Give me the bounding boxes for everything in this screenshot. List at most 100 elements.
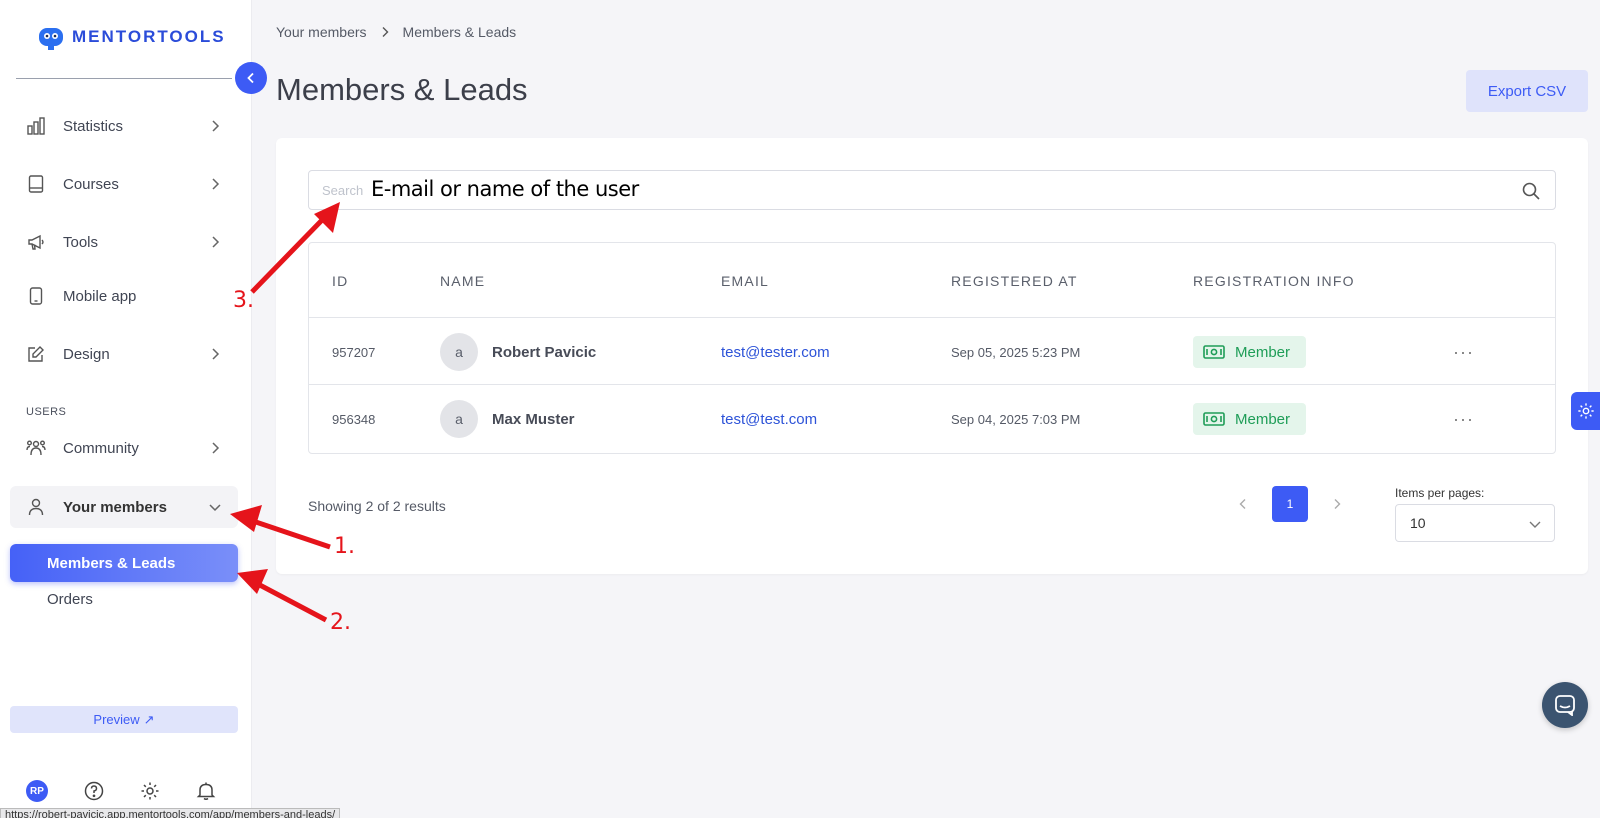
export-csv-button[interactable]: Export CSV — [1466, 70, 1588, 112]
next-page-button[interactable] — [1330, 497, 1344, 511]
annotation-label-3: 3. — [233, 288, 254, 313]
edit-icon — [26, 344, 46, 364]
row-registration-info: Member — [1193, 318, 1307, 386]
sidebar-divider — [16, 78, 232, 79]
chevron-right-icon — [212, 178, 220, 190]
sidebar-item-your-members[interactable]: Your members — [10, 486, 238, 528]
search-input[interactable]: Search E-mail or name of the user — [308, 170, 1556, 210]
sidebar-subitem-orders[interactable]: Orders — [10, 580, 238, 618]
preview-button[interactable]: Preview ↗ — [10, 706, 238, 733]
row-name[interactable]: Max Muster — [492, 411, 575, 428]
row-name-cell: a Robert Pavicic — [440, 318, 596, 386]
sidebar-item-tools[interactable]: Tools — [10, 222, 238, 262]
megaphone-icon — [26, 232, 46, 252]
search-placeholder: Search — [322, 183, 364, 198]
items-per-page-label: Items per pages: — [1395, 486, 1485, 500]
row-email-cell: test@tester.com — [721, 318, 830, 386]
column-header-email: EMAIL — [721, 273, 770, 289]
community-icon — [26, 438, 46, 458]
page-button-1[interactable]: 1 — [1272, 486, 1308, 522]
gear-icon — [1577, 403, 1594, 419]
sidebar-item-label: Courses — [63, 175, 119, 193]
search-annotation-text: E-mail or name of the user — [371, 177, 639, 201]
row-registration-info: Member — [1193, 385, 1307, 453]
breadcrumb-your-members[interactable]: Your members — [276, 24, 367, 40]
bell-icon[interactable] — [196, 781, 216, 801]
row-registered-at: Sep 04, 2025 7:03 PM — [951, 411, 1081, 427]
annotation-label-2: 2. — [330, 610, 351, 635]
chevron-right-icon — [212, 120, 220, 132]
table-row[interactable]: 957207 a Robert Pavicic test@tester.com … — [309, 317, 1555, 385]
annotation-label-1: 1. — [334, 534, 355, 559]
row-name[interactable]: Robert Pavicic — [492, 344, 596, 361]
chevron-right-icon — [212, 442, 220, 454]
sidebar-item-label: Tools — [63, 233, 99, 251]
sidebar: MENTORTOOLS Statistics Courses Tools Mob… — [0, 0, 252, 818]
page-title: Members & Leads — [276, 72, 528, 107]
sidebar-item-label: Design — [63, 345, 110, 363]
settings-tab-button[interactable] — [1571, 392, 1600, 430]
search-icon[interactable] — [1521, 181, 1541, 201]
status-bar-url: https://robert-pavicic.app.mentortools.c… — [0, 808, 341, 818]
column-header-id: ID — [332, 273, 349, 289]
prev-page-button[interactable] — [1236, 497, 1250, 511]
bar-chart-icon — [26, 116, 46, 136]
help-icon[interactable] — [84, 781, 104, 801]
sidebar-item-label: Statistics — [63, 117, 124, 135]
row-registered-at: Sep 05, 2025 5:23 PM — [951, 344, 1081, 360]
row-email-link[interactable]: test@test.com — [721, 411, 817, 428]
row-email-cell: test@test.com — [721, 385, 817, 453]
chevron-right-icon — [212, 236, 220, 248]
row-email-link[interactable]: test@tester.com — [721, 344, 830, 361]
avatar: a — [440, 400, 478, 438]
members-table: ID NAME EMAIL REGISTERED AT REGISTRATION… — [308, 242, 1556, 454]
external-link-icon: ↗ — [143, 711, 155, 727]
chevron-down-icon — [1529, 521, 1541, 528]
row-id: 956348 — [332, 411, 376, 427]
sidebar-item-label: Mobile app — [63, 287, 137, 305]
chat-icon — [1555, 695, 1575, 716]
arrow-2 — [254, 580, 328, 623]
chevron-right-icon — [1334, 499, 1341, 509]
chevron-down-icon — [209, 504, 221, 512]
logo[interactable]: MENTORTOOLS — [36, 22, 226, 52]
chevron-right-icon — [382, 27, 389, 37]
table-row[interactable]: 956348 a Max Muster test@test.com Sep 04… — [309, 384, 1555, 452]
sidebar-item-mobile-app[interactable]: Mobile app — [10, 276, 238, 316]
chevron-left-icon — [247, 72, 254, 84]
status-badge: Member — [1193, 336, 1307, 368]
row-id: 957207 — [332, 344, 376, 360]
sidebar-item-label: Community — [63, 439, 139, 457]
chevron-left-icon — [1239, 499, 1246, 509]
collapse-sidebar-button[interactable] — [235, 62, 267, 94]
user-avatar[interactable]: RP — [26, 780, 48, 802]
status-badge-label: Member — [1235, 343, 1291, 361]
sidebar-item-design[interactable]: Design — [10, 334, 238, 374]
chat-launcher-button[interactable] — [1542, 682, 1588, 728]
section-label-users: USERS — [26, 406, 67, 418]
sidebar-item-statistics[interactable]: Statistics — [10, 106, 238, 146]
members-card: Search E-mail or name of the user ID NAM… — [276, 138, 1588, 574]
items-per-page-value: 10 — [1410, 515, 1426, 531]
phone-icon — [26, 286, 46, 306]
logo-text: MENTORTOOLS — [72, 27, 226, 46]
pagination: 1 — [1236, 486, 1344, 522]
items-per-page-select[interactable]: 10 — [1395, 504, 1555, 542]
gear-icon[interactable] — [140, 781, 160, 801]
sidebar-item-community[interactable]: Community — [10, 428, 238, 468]
money-icon — [1203, 345, 1225, 359]
breadcrumb: Your members Members & Leads — [276, 24, 516, 40]
column-header-name: NAME — [440, 273, 486, 289]
sidebar-item-courses[interactable]: Courses — [10, 164, 238, 204]
row-more-options[interactable]: ··· — [1453, 385, 1474, 453]
column-header-registration-info: REGISTRATION INFO — [1193, 273, 1355, 289]
sidebar-subitem-members-leads[interactable]: Members & Leads — [10, 544, 238, 582]
sidebar-footer: RP — [26, 780, 216, 802]
money-icon — [1203, 412, 1225, 426]
column-header-registered-at: REGISTERED AT — [951, 273, 1078, 289]
results-count: Showing 2 of 2 results — [308, 498, 446, 514]
status-badge: Member — [1193, 403, 1307, 435]
row-more-options[interactable]: ··· — [1453, 318, 1474, 386]
breadcrumb-members-leads: Members & Leads — [402, 24, 517, 40]
robot-logo-icon — [39, 28, 63, 50]
